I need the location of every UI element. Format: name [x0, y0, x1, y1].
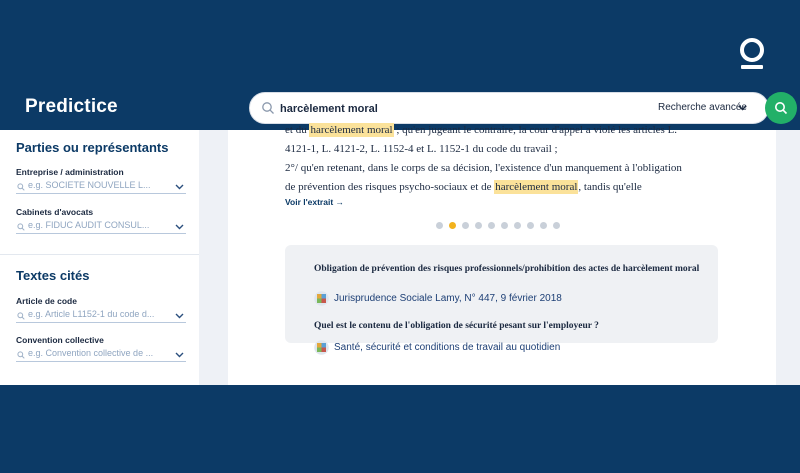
carousel-dot[interactable]	[514, 222, 521, 229]
related-question: Quel est le contenu de l'obligation de s…	[314, 321, 599, 331]
carousel-dot[interactable]	[501, 222, 508, 229]
see-excerpt-link[interactable]: Voir l'extrait →	[285, 197, 344, 207]
carousel-dot[interactable]	[488, 222, 495, 229]
carousel-dot-active[interactable]	[449, 222, 456, 229]
chevron-down-icon[interactable]	[175, 224, 184, 230]
search-icon	[17, 223, 25, 231]
carousel-dot[interactable]	[540, 222, 547, 229]
convention-filter-input[interactable]: e.g. Convention collective de ...	[16, 348, 186, 362]
field-label-entreprise: Entreprise / administration	[16, 167, 124, 177]
section-title-textes: Textes cités	[16, 268, 90, 283]
section-title-parties: Parties ou représentants	[16, 140, 169, 155]
carousel-dot[interactable]	[527, 222, 534, 229]
article-placeholder: e.g. Article L1152-1 du code d...	[28, 309, 155, 319]
app-window: Predictice Recherche avancée Parties ou …	[0, 88, 800, 385]
search-icon	[775, 102, 788, 115]
article-filter-input[interactable]: e.g. Article L1152-1 du code d...	[16, 309, 186, 323]
carousel-dot[interactable]	[553, 222, 560, 229]
excerpt-text: ; qu'en jugeant le contraire, la cour d'…	[393, 124, 678, 136]
excerpt-text: , tandis qu'elle	[578, 181, 642, 193]
result-panel: et du harcèlement moral ; qu'en jugeant …	[228, 123, 776, 385]
search-icon	[17, 312, 25, 320]
search-icon	[17, 183, 25, 191]
excerpt-text: de prévention des risques psycho-sociaux…	[285, 181, 495, 193]
search-icon	[17, 351, 25, 359]
cabinets-filter-input[interactable]: e.g. FIDUC AUDIT CONSUL...	[16, 220, 186, 234]
chevron-down-icon[interactable]	[738, 105, 747, 111]
brand-logo[interactable]: Predictice	[25, 96, 118, 118]
entreprise-placeholder: e.g. SOCIETE NOUVELLE L...	[28, 180, 151, 190]
search-highlight: harcèlement moral	[494, 180, 579, 194]
field-label-cabinets: Cabinets d'avocats	[16, 207, 94, 217]
excerpt-line: 2°/ qu'en retenant, dans le corps de sa …	[285, 162, 682, 174]
chevron-down-icon[interactable]	[175, 313, 184, 319]
related-source-title: Santé, sécurité et conditions de travail…	[334, 342, 561, 353]
field-label-article: Article de code	[16, 296, 77, 306]
carousel-dot[interactable]	[462, 222, 469, 229]
entreprise-filter-input[interactable]: e.g. SOCIETE NOUVELLE L...	[16, 180, 186, 194]
search-bar: Recherche avancée	[249, 92, 769, 124]
carousel-dot[interactable]	[475, 222, 482, 229]
cabinets-placeholder: e.g. FIDUC AUDIT CONSUL...	[28, 220, 150, 230]
carousel-dot[interactable]	[436, 222, 443, 229]
related-content-card: Obligation de prévention des risques pro…	[285, 245, 718, 355]
filters-sidebar: Parties ou représentants Entreprise / ad…	[0, 130, 199, 385]
chevron-down-icon[interactable]	[175, 352, 184, 358]
related-question: Obligation de prévention des risques pro…	[314, 264, 700, 274]
related-source-title: Jurisprudence Sociale Lamy, N° 447, 9 fé…	[334, 293, 562, 304]
search-input[interactable]	[278, 98, 612, 120]
excerpt-line: et du harcèlement moral ; qu'en jugeant …	[285, 123, 678, 137]
search-button[interactable]	[765, 92, 797, 124]
field-label-convention: Convention collective	[16, 335, 104, 345]
chevron-down-icon[interactable]	[175, 184, 184, 190]
excerpt-text: et du	[285, 124, 310, 136]
predictice-logo-icon	[740, 38, 764, 69]
search-icon	[262, 102, 274, 114]
source-publication-icon	[314, 340, 329, 355]
advanced-search-toggle[interactable]: Recherche avancée	[658, 102, 747, 113]
excerpt-line: 4121-1, L. 4121-2, L. 1152-4 et L. 1152-…	[285, 143, 558, 155]
excerpt-line: de prévention des risques psycho-sociaux…	[285, 180, 642, 194]
source-publication-icon	[314, 291, 329, 306]
convention-placeholder: e.g. Convention collective de ...	[28, 348, 154, 358]
section-divider	[0, 254, 199, 255]
search-highlight: harcèlement moral	[309, 123, 394, 137]
